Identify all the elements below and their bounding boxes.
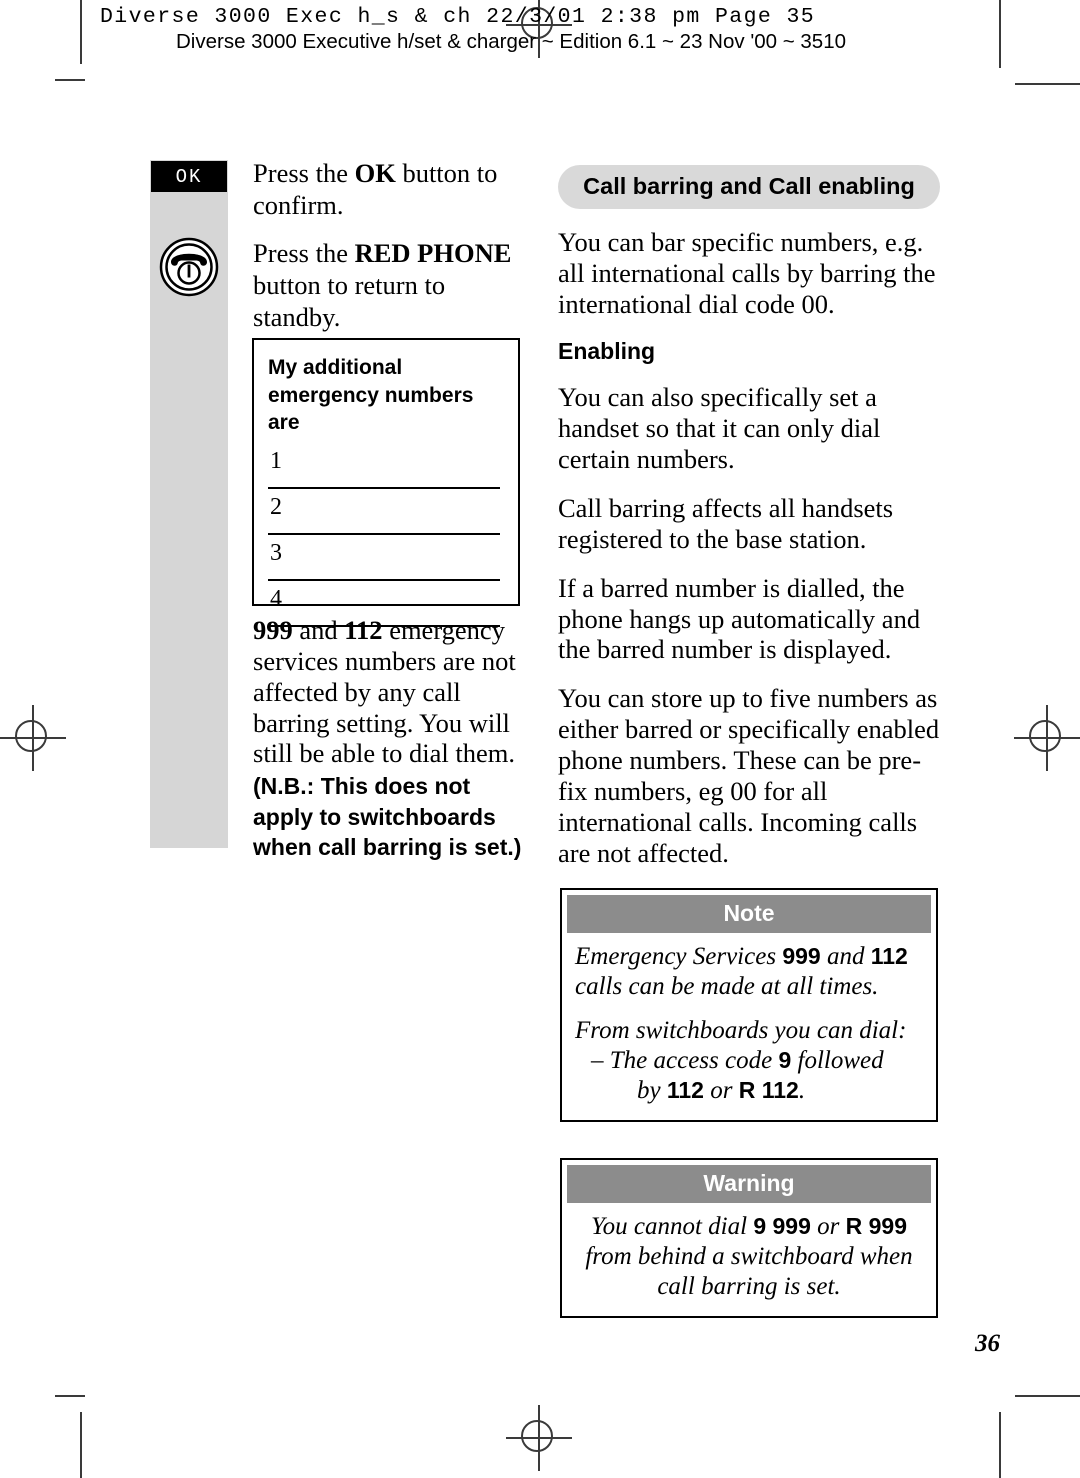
instruction-red-phone-bold: RED PHONE xyxy=(354,238,512,269)
crop-mark-top-left-vertical xyxy=(80,0,82,64)
instruction-red-phone-post: button to return to standby. xyxy=(253,270,446,333)
note-line1-112: 112 xyxy=(870,943,908,969)
paragraph-affects-all-handsets: Call barring affects all handsets regist… xyxy=(558,492,894,554)
note-callout-heading: Note xyxy=(567,895,931,933)
emergency-number-entry-3[interactable]: 3 xyxy=(268,535,500,582)
emergency-numbers-title-line2: emergency numbers are xyxy=(268,383,474,435)
page-number: 36 xyxy=(975,1330,1000,1357)
note-line1-999: 999 xyxy=(782,943,821,969)
crop-mark-bottom-right-horizontal xyxy=(1015,1395,1080,1397)
warning-line1-9999: 9 999 xyxy=(753,1213,811,1239)
note-line3-9: 9 xyxy=(778,1047,792,1073)
left-instructions: Press the OK button to confirm. Press th… xyxy=(253,157,535,349)
instruction-ok: Press the OK button to confirm. xyxy=(253,157,535,221)
note-line4-r112: R 112 xyxy=(738,1077,799,1103)
ok-key-icon: OK xyxy=(151,161,227,192)
paragraph-enabling-body: You can also specifically set a handset … xyxy=(558,382,881,475)
red-phone-key-icon xyxy=(159,237,219,297)
note-line-by-112: by 112 or R 112. xyxy=(575,1076,923,1106)
registration-mark-right xyxy=(1014,705,1080,771)
crop-mark-top-right-horizontal xyxy=(1015,83,1080,85)
warning-callout: Warning You cannot dial 9 999 or R 999 f… xyxy=(560,1158,938,1318)
warning-line1-mid: or xyxy=(810,1213,846,1240)
right-column-body: You can bar specific numbers, e.g. all i… xyxy=(558,227,940,868)
right-column: Call barring and Call enabling You can b… xyxy=(558,165,940,886)
instruction-ok-pre: Press the xyxy=(253,158,355,188)
emergency-note-112: 112 xyxy=(344,615,383,645)
note-line3-post: followed xyxy=(791,1047,884,1074)
note-line-emergency-services: Emergency Services 999 and 112 calls can… xyxy=(575,942,923,1002)
warning-line-from-behind: from behind a switchboard when xyxy=(585,1243,913,1270)
section-title-call-barring: Call barring and Call enabling xyxy=(558,165,940,209)
subheading-enabling: Enabling xyxy=(558,337,656,364)
emergency-note-mid: and xyxy=(292,615,345,645)
crop-mark-top-right-vertical xyxy=(999,0,1001,68)
crop-mark-top-left-horizontal xyxy=(55,79,85,81)
emergency-number-entry-2[interactable]: 2 xyxy=(268,489,500,536)
instruction-red-phone-pre: Press the xyxy=(253,238,355,269)
nb-paragraph: (N.B.: This does not apply to switchboar… xyxy=(253,773,522,861)
paragraph-store-five-numbers: You can store up to five numbers as eith… xyxy=(558,683,940,868)
note-line-from-switchboards: From switchboards you can dial: xyxy=(575,1017,907,1044)
note-line3-pre: – The access code xyxy=(591,1047,779,1074)
warning-line-cannot-dial: You cannot dial 9 999 or R 999 xyxy=(575,1212,923,1242)
paragraph-barred-number-dialled: If a barred number is dialled, the phone… xyxy=(558,572,921,665)
emergency-number-entry-1[interactable]: 1 xyxy=(268,443,500,490)
note-line4-112: 112 xyxy=(666,1077,704,1103)
ok-key-label: OK xyxy=(175,165,203,188)
crop-mark-bottom-left-vertical xyxy=(80,1412,82,1478)
paragraph-bar-specific-numbers: You can bar specific numbers, e.g. all i… xyxy=(558,227,936,319)
emergency-numbers-entries: 1 2 3 4 xyxy=(254,437,518,628)
warning-line1-r999: R 999 xyxy=(845,1213,907,1239)
emergency-note-999: 999 xyxy=(253,615,293,645)
header-filename-line: Diverse 3000 Exec h_s & ch 22/3/01 2:38 … xyxy=(100,5,816,29)
registration-mark-bottom xyxy=(506,1405,572,1471)
note-line4-post: . xyxy=(798,1077,806,1104)
header-edition-line: Diverse 3000 Executive h/set & charger ~… xyxy=(176,30,847,53)
note-line4-pre: by xyxy=(637,1077,667,1104)
warning-callout-body: You cannot dial 9 999 or R 999 from behi… xyxy=(567,1203,931,1311)
emergency-numbers-box: My additional emergency numbers are 1 2 … xyxy=(252,338,520,628)
note-line1-mid: and xyxy=(820,943,871,970)
note-callout: Note Emergency Services 999 and 112 call… xyxy=(560,888,938,1122)
crop-mark-bottom-left-horizontal xyxy=(55,1395,85,1397)
warning-callout-heading: Warning xyxy=(567,1165,931,1203)
note-callout-body: Emergency Services 999 and 112 calls can… xyxy=(567,933,931,1115)
note-line1-post: calls can be made at all times. xyxy=(575,973,879,1000)
emergency-numbers-title-line1: My additional xyxy=(268,356,403,379)
note-line4-mid: or xyxy=(703,1077,739,1104)
crop-mark-bottom-right-vertical xyxy=(999,1412,1001,1478)
note-line-access-code: – The access code 9 followed xyxy=(575,1046,923,1076)
left-lower-text: 999 and 112 emergency services numbers a… xyxy=(253,615,535,862)
note-line1-pre: Emergency Services xyxy=(575,943,783,970)
warning-line1-pre: You cannot dial xyxy=(591,1213,754,1240)
warning-line-call-barring: call barring is set. xyxy=(657,1273,841,1300)
registration-mark-left xyxy=(0,705,66,771)
instruction-ok-bold: OK xyxy=(354,158,396,188)
instruction-red-phone: Press the RED PHONE button to return to … xyxy=(253,237,535,333)
emergency-note-paragraph: 999 and 112 emergency services numbers a… xyxy=(253,615,535,769)
emergency-numbers-title: My additional emergency numbers are xyxy=(254,340,518,437)
